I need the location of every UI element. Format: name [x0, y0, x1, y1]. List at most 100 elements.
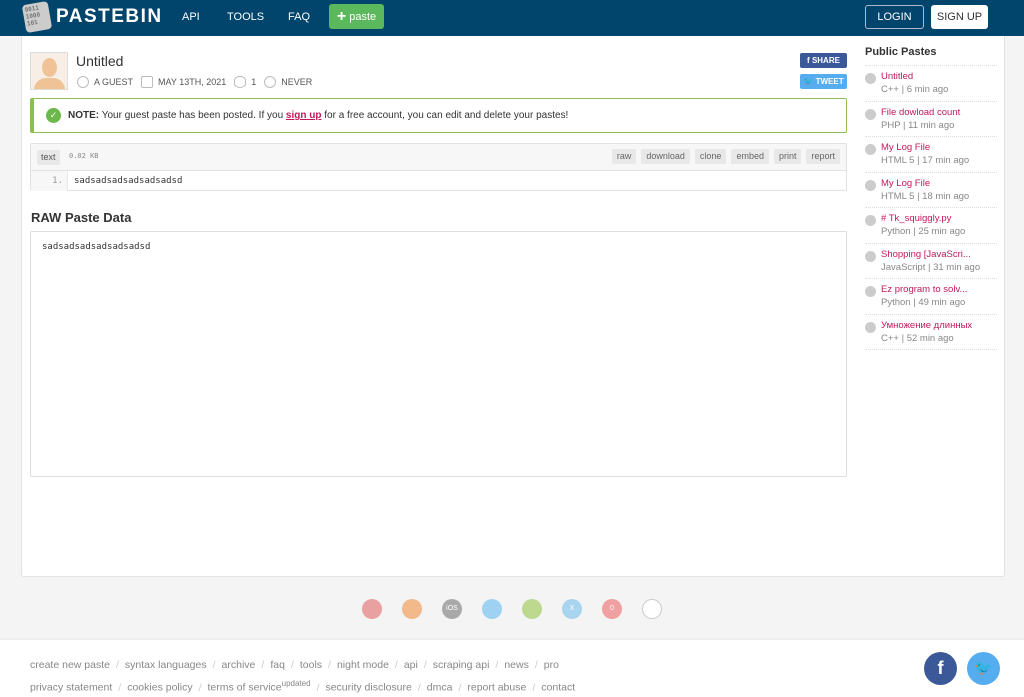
facebook-share-button[interactable]: f SHARE — [800, 53, 847, 68]
paste-link[interactable]: Untitled — [881, 71, 948, 83]
tweet-button[interactable]: 🐦 TWEET — [800, 74, 847, 89]
footer-link[interactable]: dmca — [427, 682, 453, 694]
paste-info: Python | 25 min ago — [881, 226, 966, 237]
separator: / — [328, 659, 331, 671]
line-number: 1. — [31, 171, 68, 191]
separator: / — [423, 659, 427, 671]
separator: / — [198, 681, 202, 694]
globe-icon — [865, 179, 876, 191]
public-paste-item[interactable]: My Log File HTML 5 | 17 min ago — [865, 137, 997, 173]
raw-button[interactable]: raw — [611, 149, 637, 164]
raw-textarea[interactable]: sadsadsadsadsadsadsd — [30, 231, 847, 477]
separator: / — [458, 681, 462, 694]
windows-icon[interactable] — [482, 599, 502, 619]
public-paste-item[interactable]: Умножение длинных C++ | 52 min ago — [865, 315, 997, 350]
footer-link[interactable]: api — [404, 659, 418, 671]
footer-link[interactable]: pro — [544, 659, 559, 671]
chrome-icon[interactable] — [362, 599, 382, 619]
macos-icon[interactable]: X — [562, 599, 582, 619]
public-paste-item[interactable]: Ez program to solv... Python | 49 min ago — [865, 279, 997, 315]
twitter-icon[interactable]: 🐦 — [967, 652, 1000, 685]
line-content: sadsadsadsadsadsadsd — [74, 176, 183, 186]
paste-info: C++ | 6 min ago — [881, 84, 949, 95]
globe-icon — [865, 250, 876, 262]
file-size: 0.02 KB — [69, 152, 99, 160]
signup-button[interactable]: SIGN UP — [931, 5, 988, 29]
paste-link[interactable]: File dowload count — [881, 107, 960, 119]
public-paste-item[interactable]: Untitled C++ | 6 min ago — [865, 66, 997, 102]
public-paste-item[interactable]: My Log File HTML 5 | 18 min ago — [865, 173, 997, 208]
footer-link[interactable]: night mode — [337, 659, 389, 671]
footer-link[interactable]: news — [504, 659, 529, 671]
footer-link[interactable]: security disclosure — [325, 682, 411, 694]
globe-icon — [865, 108, 876, 120]
footer-link[interactable]: syntax languages — [125, 659, 207, 671]
logo[interactable]: 0011 1000 101 PASTEBIN — [21, 0, 163, 34]
footer-link[interactable]: faq — [270, 659, 285, 671]
views: 1 — [251, 77, 257, 87]
raw-heading: RAW Paste Data — [31, 210, 132, 225]
new-paste-button[interactable]: + paste — [329, 4, 384, 29]
login-button[interactable]: LOGIN — [865, 5, 924, 29]
nav-faq[interactable]: FAQ — [288, 0, 310, 36]
opera-icon[interactable]: 0 — [602, 599, 622, 619]
footer-link[interactable]: report abuse — [467, 682, 526, 694]
globe-icon — [865, 321, 876, 333]
paste-link[interactable]: # Tk_squiggly.py — [881, 213, 965, 225]
footer-link[interactable]: create new paste — [30, 659, 110, 671]
public-pastes-sidebar: Public Pastes Untitled C++ | 6 min ago Fil… — [865, 46, 997, 350]
globe-icon — [865, 144, 876, 155]
footer-link[interactable]: archive — [222, 659, 256, 671]
firefox-icon[interactable] — [402, 599, 422, 619]
paste-info: C++ | 52 min ago — [881, 332, 954, 344]
footer-link[interactable]: privacy statement — [30, 682, 112, 694]
paste-link[interactable]: My Log File — [881, 178, 969, 190]
facebook-icon[interactable]: f — [924, 652, 957, 685]
report-button[interactable]: report — [806, 149, 840, 164]
code-line: 1. sadsadsadsadsadsadsd — [31, 171, 846, 191]
expires: NEVER — [281, 77, 313, 87]
paste-link[interactable]: Shopping [JavaScri... — [881, 249, 980, 261]
download-button[interactable]: download — [641, 149, 690, 164]
public-paste-item[interactable]: Shopping [JavaScri... JavaScript | 31 min… — [865, 244, 997, 279]
code-box: text 0.02 KB raw download clone embed pr… — [30, 143, 847, 191]
print-button[interactable]: print — [773, 149, 802, 164]
nav-tools[interactable]: TOOLS — [227, 0, 264, 36]
separator: / — [212, 659, 216, 671]
public-paste-item[interactable]: File dowload count PHP | 11 min ago — [865, 102, 997, 137]
linux-icon[interactable] — [642, 599, 662, 619]
separator: / — [261, 659, 265, 671]
embed-button[interactable]: embed — [731, 149, 769, 164]
footer-link[interactable]: contact — [541, 682, 575, 694]
footer-links-row1: create new paste / syntax languages / archiv… — [30, 659, 559, 671]
browser-extensions: iOS X 0 — [362, 599, 682, 619]
paste-meta: A GUEST MAY 13TH, 2021 1 NEVER — [77, 76, 320, 88]
public-paste-item[interactable]: # Tk_squiggly.py Python | 25 min ago — [865, 208, 997, 244]
nav-api[interactable]: API — [182, 0, 200, 36]
calendar-icon — [141, 76, 154, 88]
footer-link[interactable]: tools — [300, 659, 322, 671]
signup-link[interactable]: sign up — [286, 110, 322, 121]
ios-icon[interactable]: iOS — [442, 599, 462, 619]
language-badge[interactable]: text — [37, 150, 60, 165]
date: MAY 13TH, 2021 — [158, 77, 227, 87]
guest-note: ✓ NOTE: Your guest paste has been posted… — [30, 98, 847, 133]
logo-text: PASTEBIN — [56, 6, 163, 27]
separator: / — [290, 659, 294, 671]
clone-button[interactable]: clone — [694, 149, 727, 164]
separator: / — [118, 681, 122, 694]
separator: / — [534, 659, 538, 671]
paste-link[interactable]: My Log File — [881, 142, 969, 154]
footer-link[interactable]: cookies policy — [127, 682, 192, 694]
author[interactable]: A GUEST — [94, 77, 133, 87]
eye-icon — [234, 76, 247, 88]
paste-link[interactable]: Ez program to solv... — [881, 284, 967, 296]
footer-link[interactable]: scraping api — [433, 659, 490, 671]
footer-link[interactable]: terms of service — [208, 682, 282, 694]
globe-icon — [865, 73, 876, 84]
sidebar-heading: Public Pastes — [865, 46, 997, 66]
updated-badge: updated — [281, 679, 311, 688]
android-icon[interactable] — [522, 599, 542, 619]
paste-link[interactable]: Умножение длинных — [881, 320, 972, 332]
stopwatch-icon — [264, 76, 277, 88]
